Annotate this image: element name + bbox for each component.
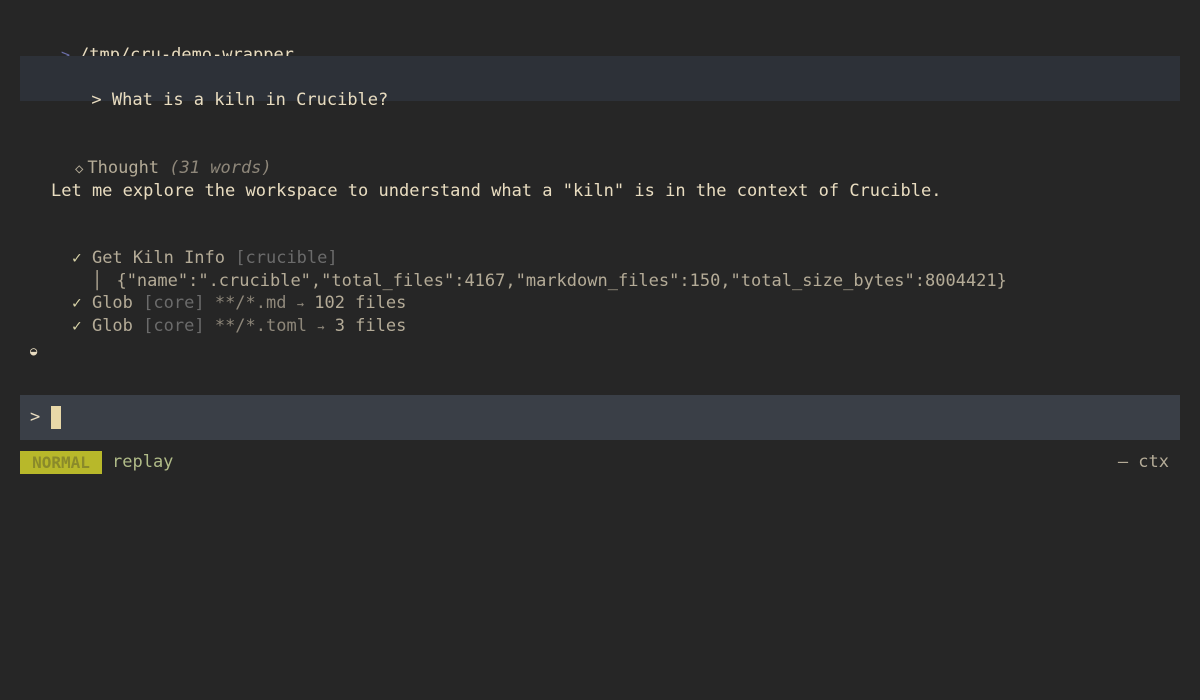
tool-tag: [core] [143,316,205,336]
terminal-window: >/tmp/cru-demo-wrapper > What is a kiln … [0,0,1200,700]
status-replay-label: replay [112,452,174,472]
tool-name: Glob [91,316,133,336]
tool-result-summary: 3 files [334,316,407,336]
spinner-icon: ◒ [30,344,38,358]
input-prompt-caret: > [30,407,41,427]
status-context-indicator: — ctx [1117,452,1169,472]
diamond-icon: ◇ [74,161,84,177]
user-message-caret: > [91,90,102,110]
chat-input[interactable] [65,403,1065,431]
arrow-icon: → [317,320,325,334]
user-message: > What is a kiln in Crucible? [20,56,1180,110]
mode-badge: NORMAL [20,451,102,474]
thought-label: Thought [87,158,160,178]
user-message-text: What is a kiln in Crucible? [111,90,389,110]
text-cursor [51,406,61,429]
tool-arg: **/*.toml [214,316,307,336]
check-icon: ✓ [71,316,82,335]
tool-call-glob-toml[interactable]: ✓ Glob [core] **/*.toml → 3 files [31,293,406,360]
chat-input-bar[interactable]: > [20,395,1180,440]
thought-word-count: (31 words) [169,158,272,178]
thought-body: Let me explore the workspace to understa… [51,181,942,201]
